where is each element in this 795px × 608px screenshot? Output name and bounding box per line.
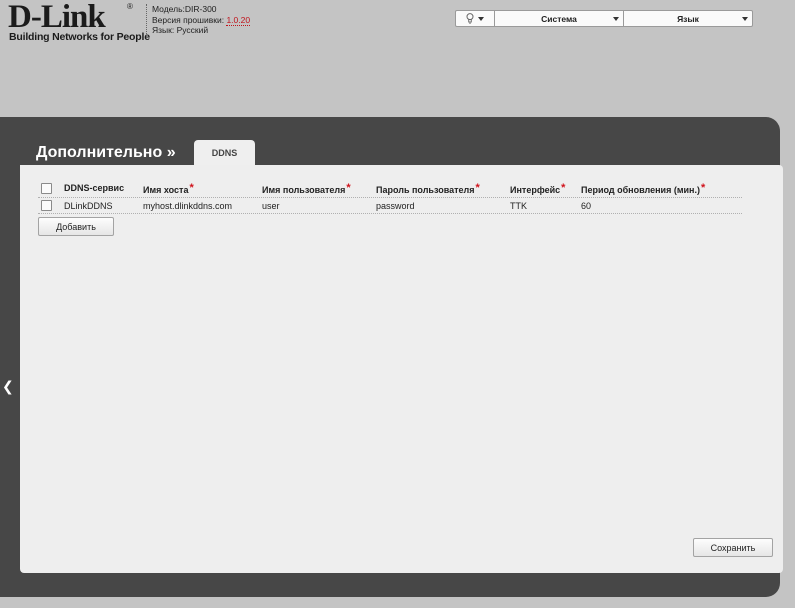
required-mark: * [189,181,194,194]
firmware-row: Версия прошивки: 1.0.20 [152,14,251,26]
language-menu[interactable]: Язык [624,11,752,26]
lightbulb-icon [466,13,474,24]
logo-wordmark: D-Link [8,0,106,35]
add-button[interactable]: Добавить [38,217,114,236]
chevron-down-icon [742,17,748,21]
required-mark: * [561,181,566,194]
column-header-host: Имя хоста* [143,181,194,195]
top-menu-bar: Система Язык [455,10,753,27]
required-mark: * [475,181,480,194]
save-button[interactable]: Сохранить [693,538,773,557]
system-menu[interactable]: Система [495,11,624,26]
cell-host: myhost.dlinkddns.com [143,200,233,211]
cell-service: DLinkDDNS [64,200,113,211]
chevron-down-icon [478,16,484,21]
language-row: Язык: Русский [152,25,250,36]
system-menu-label: Система [541,13,577,24]
select-all-cell [38,182,64,194]
firmware-label: Версия прошивки: [152,14,225,25]
logo-tagline: Building Networks for People [9,31,150,43]
column-header-interface: Интерфейс* [510,181,566,195]
cell-interface: TTK [510,200,527,211]
cell-username: user [262,200,280,211]
row-select-cell [38,200,64,211]
language-label: Язык: [152,25,175,35]
device-info: Модель:DIR-300 Версия прошивки: 1.0.20 Я… [146,4,251,38]
select-all-checkbox[interactable] [41,182,52,194]
column-header-service: DDNS-сервис [64,183,125,193]
router-admin-page: D-Link ® Building Networks for People Мо… [0,0,795,608]
back-arrow-icon[interactable]: ❮ [2,378,14,395]
firmware-version-link[interactable]: 1.0.20 [226,14,251,26]
model-label: Модель: [152,4,185,14]
logo-registered-mark: ® [127,2,133,11]
row-checkbox[interactable] [41,200,52,211]
column-header-password: Пароль пользователя* [376,181,480,195]
required-mark: * [700,181,706,194]
page-title[interactable]: Дополнительно » [36,144,176,162]
notifications-menu[interactable] [456,11,495,26]
language-menu-label: Язык [677,13,699,24]
table-header: DDNS-сервис Имя хоста* Имя пользователя*… [38,179,742,197]
main-panel: Дополнительно » DDNS ❮ DDNS-сервис Имя х… [0,117,783,597]
cell-update-period: 60 [581,200,592,211]
ddns-table: DDNS-сервис Имя хоста* Имя пользователя*… [38,179,742,214]
model-value: DIR-300 [184,4,217,14]
chevron-down-icon [613,17,619,21]
dlink-logo[interactable]: D-Link ® Building Networks for People [8,0,150,44]
tab-ddns[interactable]: DDNS [194,140,255,165]
content-area: DDNS-сервис Имя хоста* Имя пользователя*… [20,165,783,573]
column-header-username: Имя пользователя* [262,181,351,195]
language-value: Русский [176,25,209,35]
required-mark: * [346,181,351,194]
table-row[interactable]: DLinkDDNS myhost.dlinkddns.com user pass… [38,197,742,214]
model-row: Модель:DIR-300 [152,4,250,15]
cell-password: password [376,200,415,211]
column-header-update-period: Период обновления (мин.)* [581,181,706,195]
